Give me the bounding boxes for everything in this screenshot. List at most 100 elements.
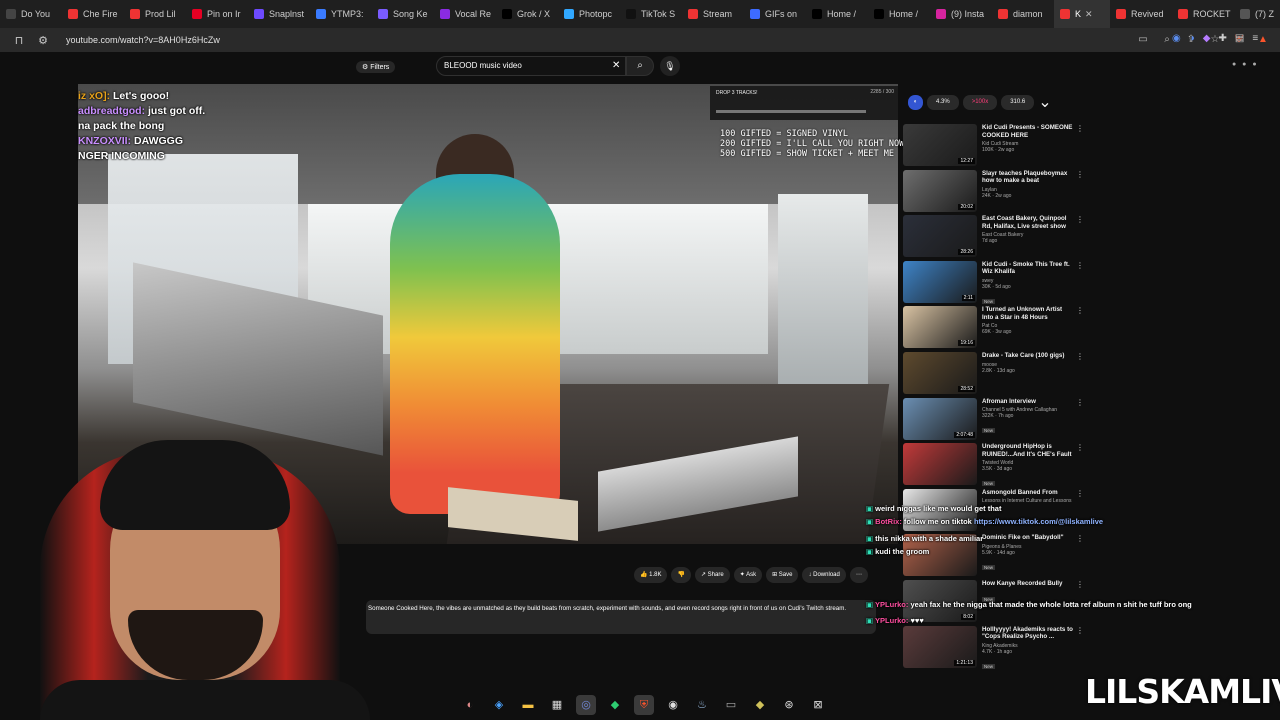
site-info-icon[interactable]: ⚙	[36, 33, 50, 47]
recommendation-item[interactable]: Underground HipHop is RUINED!...And It's…	[903, 443, 1088, 487]
browser-tab[interactable]: YTMP3:	[310, 0, 372, 28]
more-options-icon[interactable]: ⋮	[1076, 124, 1084, 168]
microphone-icon[interactable]: 🎙	[660, 56, 680, 76]
discord-icon[interactable]: ◎	[576, 695, 596, 715]
steam-icon[interactable]: ♨	[692, 695, 712, 715]
browser-tab[interactable]: K ✕	[1054, 0, 1110, 28]
sidebar-chip[interactable]: >100x	[962, 94, 998, 110]
cast-icon[interactable]: ▭	[1136, 32, 1150, 46]
file-explorer-icon[interactable]: ▬	[518, 695, 538, 715]
browser-tab[interactable]: Photopc	[558, 0, 620, 28]
more-options-icon[interactable]: ⋮	[1076, 170, 1084, 214]
browser-tab[interactable]: (9) Insta	[930, 0, 992, 28]
video-thumbnail[interactable]: 20:02	[903, 169, 977, 212]
chip-icon[interactable]: ◐	[908, 94, 923, 110]
video-title[interactable]: Holllyyyy! Akademiks reacts to "Cops Rea…	[982, 626, 1074, 641]
browser-tab[interactable]: TikTok S	[620, 0, 682, 28]
video-description[interactable]: Someone Cooked Here, the vibes are unmat…	[366, 600, 876, 634]
more-options-icon[interactable]: ⋮	[1076, 398, 1084, 442]
recommendation-item[interactable]: 12:27 Kid Cudi Presents - SOMEONE COOKED …	[903, 124, 1088, 168]
sidebar-chip[interactable]: 310.6	[1001, 94, 1035, 110]
video-title[interactable]: How Kanye Recorded Bully	[982, 580, 1074, 588]
browser-tab[interactable]: Revived	[1110, 0, 1172, 28]
save-button[interactable]: ⊞ Save	[766, 567, 799, 583]
app-icon[interactable]: ◆	[605, 695, 625, 715]
video-thumbnail[interactable]	[903, 443, 977, 486]
video-thumbnail[interactable]: 2:07:48	[903, 397, 977, 440]
recommendation-item[interactable]: 28:26 East Coast Bakery, Quinpool Rd, Hal…	[903, 215, 1088, 259]
close-tab-icon[interactable]: ✕	[1085, 9, 1093, 20]
app-icon[interactable]: ▭	[721, 695, 741, 715]
filters-button[interactable]: ⚙ Filters	[356, 61, 396, 73]
browser-tab[interactable]: diamon	[992, 0, 1054, 28]
browser-tab[interactable]: Home /	[868, 0, 930, 28]
browser-tab[interactable]: Do You	[0, 0, 62, 28]
browser-tab[interactable]: Stream	[682, 0, 744, 28]
recommendation-item[interactable]: 1:21:13 Holllyyyy! Akademiks reacts to "C…	[903, 625, 1088, 670]
recommendation-item[interactable]: 2:07:48 Afroman Interview Channel 5 with A…	[903, 397, 1088, 442]
video-title[interactable]: East Coast Bakery, Quinpool Rd, Halifax,…	[982, 215, 1074, 230]
menu-icon[interactable]: ≡	[1252, 33, 1258, 44]
browser-tab[interactable]: Che Fire	[62, 0, 124, 28]
more-options-icon[interactable]: ⋮	[1076, 215, 1084, 259]
download-button[interactable]: ↓ Download	[802, 567, 846, 583]
video-thumbnail[interactable]: 28:26	[903, 215, 977, 258]
sidebar-chip[interactable]: 4.3%	[927, 94, 959, 110]
browser-tab[interactable]: Pin on Ir	[186, 0, 248, 28]
bookmark-icon[interactable]: ⊓	[12, 33, 26, 47]
video-thumbnail[interactable]: 1:21:13	[903, 625, 977, 668]
recommendation-item[interactable]: 20:02 Slayr teaches Plaqueboymax how to m…	[903, 169, 1088, 214]
dislike-button[interactable]: 👎	[671, 567, 691, 583]
like-button[interactable]: 👍 1.8K	[634, 567, 668, 583]
video-thumbnail[interactable]: 2:11	[903, 260, 977, 303]
taskbar-app-icon[interactable]: ◐	[460, 695, 480, 715]
video-thumbnail[interactable]: 28:52	[903, 352, 977, 394]
extension-icon[interactable]: ◆	[1203, 33, 1211, 44]
more-options-icon[interactable]: ⋮	[1076, 261, 1084, 305]
brave-icon[interactable]: ⛨	[634, 695, 654, 715]
sidebar-icon[interactable]: ▤	[1235, 33, 1244, 44]
browser-tab[interactable]: ROCKET	[1172, 0, 1234, 28]
browser-tab[interactable]: GIFs on	[744, 0, 806, 28]
more-options-icon[interactable]: ⋮	[1076, 306, 1084, 350]
more-actions-icon[interactable]: ⋯	[849, 567, 868, 583]
share-button[interactable]: ↗ Share	[694, 567, 730, 583]
recommendation-item[interactable]: 2:11 Kid Cudi - Smoke This Tree ft. Wiz K…	[903, 260, 1088, 305]
more-options-icon[interactable]: ⋮	[1076, 626, 1084, 670]
browser-tab[interactable]: Song Ke	[372, 0, 434, 28]
video-title[interactable]: I Turned an Unknown Artist Into a Star i…	[982, 306, 1074, 321]
browser-tab[interactable]: Grok / X	[496, 0, 558, 28]
store-icon[interactable]: ▦	[547, 695, 567, 715]
video-title[interactable]: Slayr teaches Plaqueboymax how to make a…	[982, 170, 1074, 185]
chat-link[interactable]: https://www.tiktok.com/@lilskamlive	[974, 517, 1103, 526]
video-thumbnail[interactable]: 12:27	[903, 124, 977, 166]
extensions-puzzle-icon[interactable]: ✚	[1218, 33, 1226, 44]
recommendation-item[interactable]: 28:52 Drake - Take Care (100 gigs) moose 2.…	[903, 352, 1088, 396]
clear-search-icon[interactable]: ✕	[612, 60, 620, 71]
app-icon[interactable]: ◆	[750, 695, 770, 715]
more-options-icon[interactable]: ⋮	[1076, 352, 1084, 396]
more-options-icon[interactable]: ⋮	[1076, 534, 1084, 578]
search-button[interactable]: ⌕	[626, 56, 654, 76]
browser-tab[interactable]: (7) Z	[1234, 0, 1280, 28]
browser-tab[interactable]: Prod Lil	[124, 0, 186, 28]
video-title[interactable]: Drake - Take Care (100 gigs)	[982, 352, 1074, 360]
video-title[interactable]: Asmongold Banned From	[982, 489, 1074, 497]
video-title[interactable]: Afroman Interview	[982, 398, 1074, 406]
header-dots-icon[interactable]: ● ● ●	[1232, 61, 1259, 68]
more-options-icon[interactable]: ⋮	[1076, 489, 1084, 533]
extension-icon[interactable]: ◉	[1172, 33, 1181, 44]
browser-tab[interactable]: Vocal Re	[434, 0, 496, 28]
ask-button[interactable]: ✦ Ask	[733, 567, 763, 583]
recommendation-item[interactable]: 19:16 I Turned an Unknown Artist Into a S…	[903, 306, 1088, 350]
video-title[interactable]: Kid Cudi - Smoke This Tree ft. Wiz Khali…	[982, 261, 1074, 276]
chevron-down-icon[interactable]: ⌄	[1038, 92, 1051, 112]
browser-tab[interactable]: Snaplnst	[248, 0, 310, 28]
obs-icon[interactable]: ◉	[663, 695, 683, 715]
video-thumbnail[interactable]: 19:16	[903, 306, 977, 349]
browser-tab[interactable]: Home /	[806, 0, 868, 28]
search-input[interactable]: BLEOOD music video	[436, 56, 626, 76]
video-title[interactable]: Dominic Fike on "Babydoll"	[982, 534, 1074, 542]
video-title[interactable]: Kid Cudi Presents - SOMEONE COOKED HERE	[982, 124, 1074, 139]
app-icon[interactable]: ⊠	[808, 695, 828, 715]
